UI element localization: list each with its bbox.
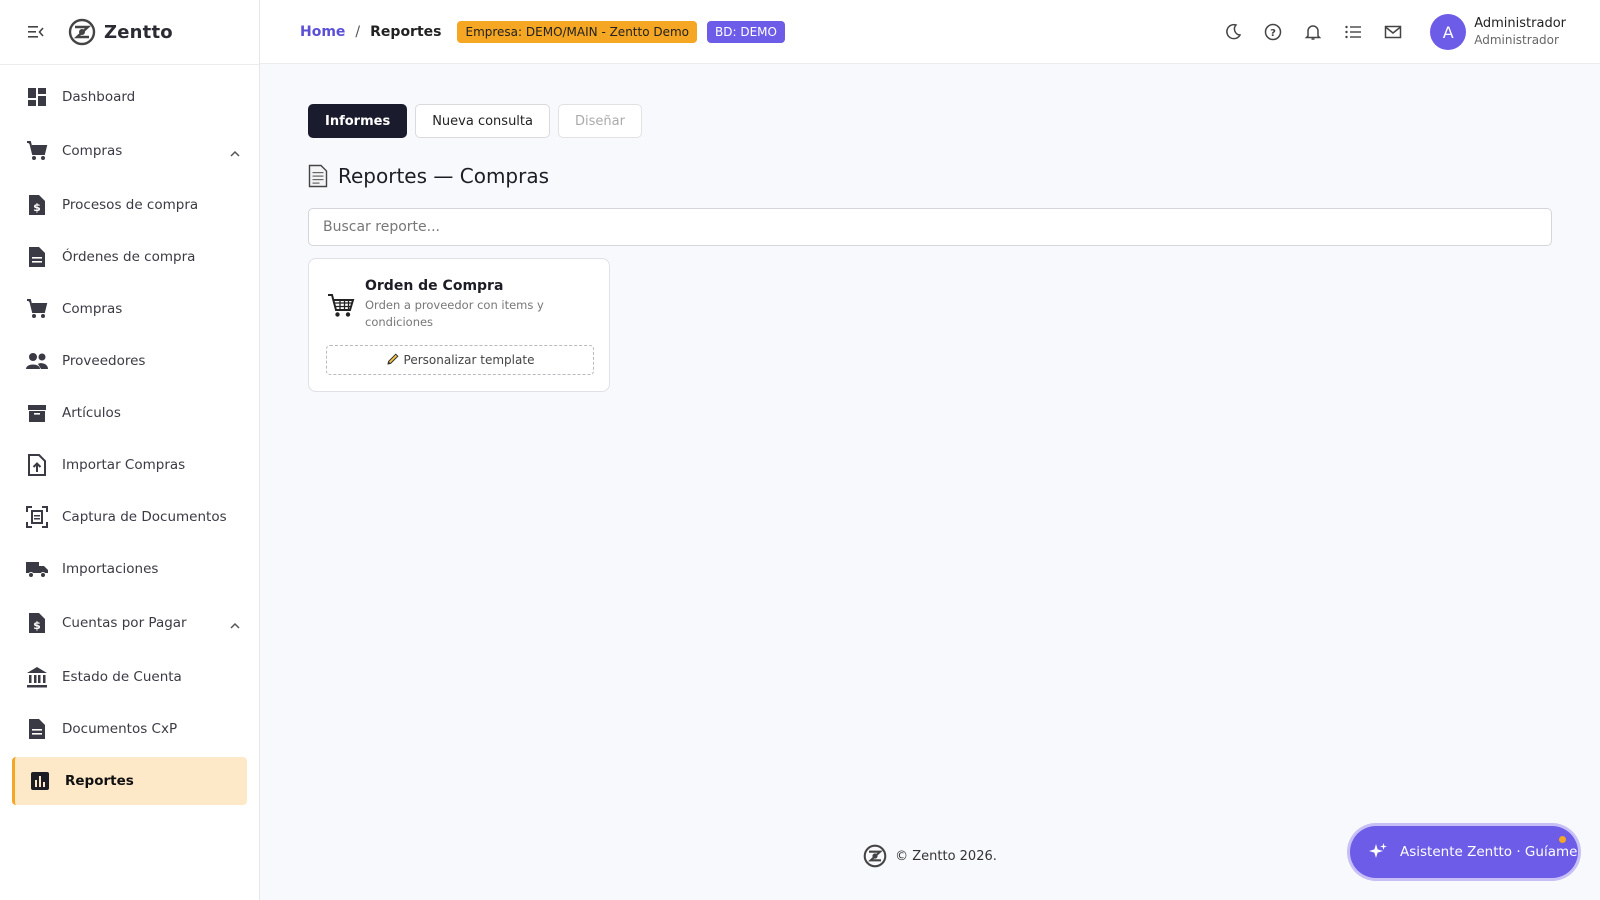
- svg-text:$: $: [33, 619, 41, 632]
- cart-icon: [26, 140, 48, 162]
- report-card-title: Orden de Compra: [365, 278, 504, 294]
- document-icon: [26, 718, 48, 740]
- sidebar-item-label: Documentos CxP: [62, 721, 178, 737]
- assistant-label: Asistente Zentto · Guíame: [1400, 844, 1578, 860]
- sidebar-item-procesos-compra[interactable]: $ Procesos de compra: [0, 179, 259, 231]
- chevron-up-icon: [229, 617, 241, 629]
- tab-nueva-consulta[interactable]: Nueva consulta: [415, 104, 550, 138]
- sidebar-item-ordenes-compra[interactable]: Órdenes de compra: [0, 231, 259, 283]
- zentto-logo-icon: [863, 844, 887, 868]
- breadcrumb: Home / Reportes Empresa: DEMO/MAIN - Zen…: [300, 20, 785, 43]
- document-scanner-icon: [26, 506, 48, 528]
- sidebar-item-label: Estado de Cuenta: [62, 669, 182, 685]
- document-icon: [26, 246, 48, 268]
- list-icon[interactable]: [1342, 21, 1364, 43]
- sidebar-item-reportes[interactable]: Reportes: [12, 757, 247, 805]
- top-actions: ? A Administrador Administrador: [1222, 0, 1600, 64]
- sidebar-item-label: Proveedores: [62, 353, 146, 369]
- report-tabs: Informes Nueva consulta Diseñar: [308, 104, 650, 138]
- sidebar-nav: Dashboard Compras $ Procesos de compra Ó…: [0, 65, 259, 805]
- sidebar-item-label: Dashboard: [62, 89, 136, 105]
- help-icon[interactable]: ?: [1262, 21, 1284, 43]
- svg-text:$: $: [33, 201, 41, 214]
- sidebar-item-captura-documentos[interactable]: Captura de Documentos: [0, 491, 259, 543]
- archive-icon: [26, 402, 48, 424]
- sidebar-item-label: Captura de Documentos: [62, 509, 227, 525]
- user-name: Administrador: [1474, 16, 1566, 31]
- user-menu[interactable]: A Administrador Administrador: [1430, 14, 1566, 50]
- tab-disenar: Diseñar: [558, 104, 642, 138]
- sidebar-item-importar-compras[interactable]: Importar Compras: [0, 439, 259, 491]
- sidebar-item-label: Importar Compras: [62, 457, 186, 473]
- user-role: Administrador: [1474, 33, 1559, 47]
- empresa-badge: Empresa: DEMO/MAIN - Zentto Demo: [457, 20, 698, 43]
- main-content: Informes Nueva consulta Diseñar Reportes…: [260, 64, 1600, 900]
- chevron-up-icon: [229, 145, 241, 157]
- bar-chart-icon: [29, 770, 51, 792]
- sidebar-item-label: Reportes: [65, 773, 134, 789]
- sidebar-item-estado-cuenta[interactable]: Estado de Cuenta: [0, 651, 259, 703]
- sidebar-item-importaciones[interactable]: Importaciones: [0, 543, 259, 595]
- sidebar-item-label: Procesos de compra: [62, 197, 199, 213]
- sidebar-item-proveedores[interactable]: Proveedores: [0, 335, 259, 387]
- page-document-icon: [308, 164, 330, 188]
- sidebar-group-cuentas-pagar[interactable]: $ Cuentas por Pagar: [0, 595, 259, 651]
- sidebar-item-label: Cuentas por Pagar: [62, 615, 187, 631]
- svg-text:?: ?: [1270, 28, 1276, 39]
- notification-dot: [1559, 836, 1566, 843]
- invoice-dollar-icon: $: [26, 612, 48, 634]
- menu-collapse-icon[interactable]: [28, 22, 48, 42]
- breadcrumb-current: Reportes: [370, 23, 442, 40]
- truck-icon: [26, 558, 48, 580]
- dashboard-icon: [26, 86, 48, 108]
- dark-mode-icon[interactable]: [1222, 21, 1244, 43]
- notifications-bell-icon[interactable]: [1302, 21, 1324, 43]
- search-reports-input[interactable]: [308, 208, 1552, 246]
- mail-icon[interactable]: [1382, 21, 1404, 43]
- sidebar-item-compras[interactable]: Compras: [0, 283, 259, 335]
- breadcrumb-separator: /: [355, 23, 361, 40]
- customize-template-label: Personalizar template: [403, 353, 535, 367]
- people-icon: [26, 350, 48, 372]
- shopping-cart-icon: [327, 291, 355, 319]
- file-upload-icon: [26, 454, 48, 476]
- customize-template-button[interactable]: Personalizar template: [326, 345, 594, 375]
- brand-name: Zentto: [104, 21, 173, 43]
- avatar: A: [1430, 14, 1467, 50]
- sidebar-group-compras[interactable]: Compras: [0, 123, 259, 179]
- footer-copyright: © Zentto 2026.: [895, 848, 997, 864]
- report-card-description: Orden a proveedor con items y condicione…: [365, 298, 544, 329]
- user-info: Administrador Administrador: [1474, 15, 1566, 49]
- topbar: Home / Reportes Empresa: DEMO/MAIN - Zen…: [260, 0, 1600, 64]
- sidebar-item-articulos[interactable]: Artículos: [0, 387, 259, 439]
- page-title: Reportes — Compras: [308, 164, 549, 188]
- sidebar-item-documentos-cxp[interactable]: Documentos CxP: [0, 703, 259, 755]
- sidebar-item-label: Artículos: [62, 405, 121, 421]
- cart-icon: [26, 298, 48, 320]
- bank-icon: [26, 666, 48, 688]
- report-card[interactable]: Orden de Compra Orden a proveedor con it…: [308, 258, 610, 392]
- sidebar-item-label: Importaciones: [62, 561, 159, 577]
- sidebar: Zentto Dashboard Compras $ Procesos de c…: [0, 0, 260, 900]
- pencil-icon: [386, 352, 400, 369]
- sparkle-icon: [1368, 842, 1388, 862]
- breadcrumb-home-link[interactable]: Home: [300, 24, 345, 40]
- zentto-logo-icon: [68, 18, 96, 46]
- database-badge: BD: DEMO: [707, 20, 785, 43]
- sidebar-item-label: Compras: [62, 301, 123, 317]
- invoice-dollar-icon: $: [26, 194, 48, 216]
- page-title-text: Reportes — Compras: [338, 164, 550, 188]
- sidebar-item-label: Compras: [62, 143, 123, 159]
- assistant-button[interactable]: Asistente Zentto · Guíame: [1350, 826, 1578, 878]
- sidebar-item-dashboard[interactable]: Dashboard: [0, 71, 259, 123]
- tab-informes[interactable]: Informes: [308, 104, 408, 138]
- sidebar-item-label: Órdenes de compra: [62, 249, 196, 265]
- brand-header: Zentto: [0, 0, 259, 65]
